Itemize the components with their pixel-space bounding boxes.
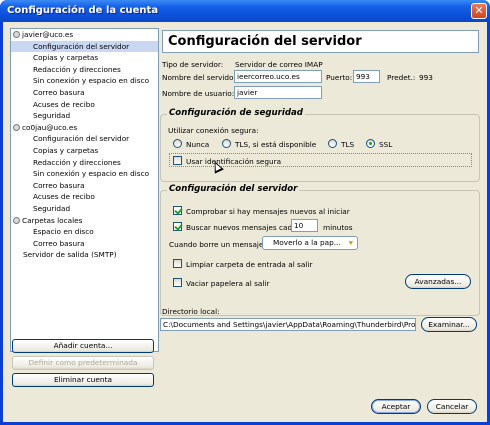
tree-item-composition-2[interactable]: Redacción y direcciones <box>11 157 158 169</box>
tree-item-label: Sin conexión y espacio en disco <box>33 76 150 86</box>
tree-item-junk-1[interactable]: Correo basura <box>11 87 158 99</box>
tree-item-label: Acuses de recibo <box>33 99 95 109</box>
tree-item-label: Sin conexión y espacio en disco <box>33 169 150 179</box>
radio-tls-if-available-label: TLS, si está disponible <box>235 140 317 149</box>
tree-item-label: Acuses de recibo <box>33 192 95 202</box>
tree-item-label: Redacción y direcciones <box>33 64 121 74</box>
tree-item-junk-2[interactable]: Correo basura <box>11 180 158 192</box>
panel-header: Configuración del servidor <box>162 30 479 53</box>
empty-trash-label: Vaciar papelera al salir <box>186 279 270 288</box>
radio-tls[interactable] <box>328 139 337 148</box>
minutes-label: minutos <box>323 223 353 232</box>
server-name-field[interactable]: ieercorreo.uco.es <box>234 70 322 83</box>
account-icon <box>13 123 20 131</box>
tree-item-copies-1[interactable]: Copias y carpetas <box>11 52 158 64</box>
tree-item-offline-1[interactable]: Sin conexión y espacio en disco <box>11 75 158 87</box>
delete-action-value: Moverlo a la pap... <box>273 238 341 247</box>
tree-item-label: Espacio en disco <box>33 227 94 237</box>
clean-inbox-checkbox[interactable] <box>173 259 182 268</box>
tree-item-label: Copias y carpetas <box>33 53 99 63</box>
title-bar[interactable]: Configuración de la cuenta ✕ <box>0 0 490 22</box>
tree-item-offline-2[interactable]: Sin conexión y espacio en disco <box>11 168 158 180</box>
browse-button[interactable]: Examinar... <box>421 317 477 332</box>
tree-item-receipts-2[interactable]: Acuses de recibo <box>11 191 158 203</box>
account-tree[interactable]: javier@uco.es Configuración del servidor… <box>10 28 159 352</box>
minutes-field[interactable]: 10 <box>291 219 318 232</box>
server-name-label: Nombre del servidor: <box>162 73 239 82</box>
port-label: Puerto: <box>326 73 353 82</box>
local-folders-icon <box>13 216 20 224</box>
username-field[interactable]: javier <box>234 86 322 99</box>
username-label: Nombre de usuario: <box>162 89 235 98</box>
server-settings-group-title: Configuración del servidor <box>167 184 300 194</box>
page-title: Configuración del servidor <box>168 34 362 49</box>
tree-item-security-2[interactable]: Seguridad <box>11 203 158 215</box>
dialog-client-area: javier@uco.es Configuración del servidor… <box>3 22 487 422</box>
tree-item-label: Copias y carpetas <box>33 145 99 155</box>
clean-inbox-label: Limpiar carpeta de entrada al salir <box>186 260 313 269</box>
window-title: Configuración de la cuenta <box>7 5 159 16</box>
server-type-label: Tipo de servidor: <box>162 60 224 69</box>
account-name: javier@uco.es <box>22 30 74 39</box>
remove-account-button[interactable]: Eliminar cuenta <box>12 373 154 387</box>
tree-item-copies-2[interactable]: Copias y carpetas <box>11 145 158 157</box>
set-default-button[interactable]: Definir como predeterminada <box>12 356 154 370</box>
cancel-button[interactable]: Cancelar <box>427 399 477 414</box>
tree-item-composition-1[interactable]: Redacción y direcciones <box>11 64 158 76</box>
tree-item-junk-local[interactable]: Correo basura <box>11 238 158 250</box>
security-group-title: Configuración de seguridad <box>167 108 305 118</box>
tree-item-security-1[interactable]: Seguridad <box>11 110 158 122</box>
tree-item-receipts-1[interactable]: Acuses de recibo <box>11 99 158 111</box>
tree-item-label: Correo basura <box>33 238 85 248</box>
tree-item-label: Seguridad <box>33 111 71 121</box>
tree-item-server-settings-1[interactable]: Configuración del servidor <box>11 40 158 53</box>
default-port-label: Predet.: <box>387 73 416 82</box>
radio-tls-label: TLS <box>341 140 355 149</box>
tree-smtp-server[interactable]: Servidor de salida (SMTP) <box>11 249 158 261</box>
check-every-label: Buscar nuevos mensajes cada <box>186 223 297 232</box>
check-on-start-checkbox[interactable] <box>173 206 182 215</box>
delete-message-label: Cuando borre un mensaje: <box>169 240 266 249</box>
empty-trash-checkbox[interactable] <box>173 278 182 287</box>
local-dir-field[interactable]: C:\Documents and Settings\javier\AppData… <box>160 318 416 331</box>
tree-item-label: Correo basura <box>33 180 85 190</box>
tree-account-2[interactable]: co0jau@uco.es <box>11 122 158 134</box>
port-field[interactable]: 993 <box>353 70 380 83</box>
advanced-button[interactable]: Avanzadas... <box>405 274 471 289</box>
secure-connection-label: Utilizar conexión segura: <box>168 126 259 135</box>
account-name: Carpetas locales <box>22 215 83 225</box>
tree-item-disk-space-local[interactable]: Espacio en disco <box>11 226 158 238</box>
check-every-checkbox[interactable] <box>173 222 182 231</box>
radio-tls-if-available[interactable] <box>222 139 231 148</box>
tree-item-server-settings-2[interactable]: Configuración del servidor <box>11 133 158 145</box>
delete-action-dropdown[interactable]: Moverlo a la pap... ⯆ <box>262 236 358 250</box>
check-on-start-label: Comprobar si hay mensajes nuevos al inic… <box>186 207 350 216</box>
add-account-button[interactable]: Añadir cuenta... <box>12 339 154 353</box>
tree-item-label: Configuración del servidor <box>33 41 130 51</box>
tree-item-label: Seguridad <box>33 203 71 213</box>
radio-ssl-label: SSL <box>379 140 393 149</box>
ok-button[interactable]: Aceptar <box>371 399 421 414</box>
account-settings-window: Configuración de la cuenta ✕ javier@uco.… <box>0 0 490 425</box>
tree-item-label: Redacción y direcciones <box>33 157 121 167</box>
tree-item-label: Correo basura <box>33 87 85 97</box>
server-type-value: Servidor de correo IMAP <box>235 60 323 69</box>
radio-ssl[interactable] <box>366 139 375 148</box>
tree-item-label: Servidor de salida (SMTP) <box>23 250 117 260</box>
dropdown-arrow-icon: ⯆ <box>347 239 354 248</box>
radio-never[interactable] <box>173 139 182 148</box>
tree-account-1[interactable]: javier@uco.es <box>11 29 158 41</box>
tree-local-folders[interactable]: Carpetas locales <box>11 215 158 227</box>
secure-auth-label: Usar identificación segura <box>186 157 282 166</box>
account-icon <box>13 31 20 38</box>
secure-auth-checkbox[interactable] <box>173 156 182 165</box>
tree-item-label: Configuración del servidor <box>33 134 130 144</box>
radio-never-label: Nunca <box>186 140 210 149</box>
account-name: co0jau@uco.es <box>22 122 78 132</box>
local-dir-label: Directorio local: <box>162 307 220 316</box>
close-button[interactable]: ✕ <box>471 3 487 19</box>
default-port-value: 993 <box>419 73 433 82</box>
